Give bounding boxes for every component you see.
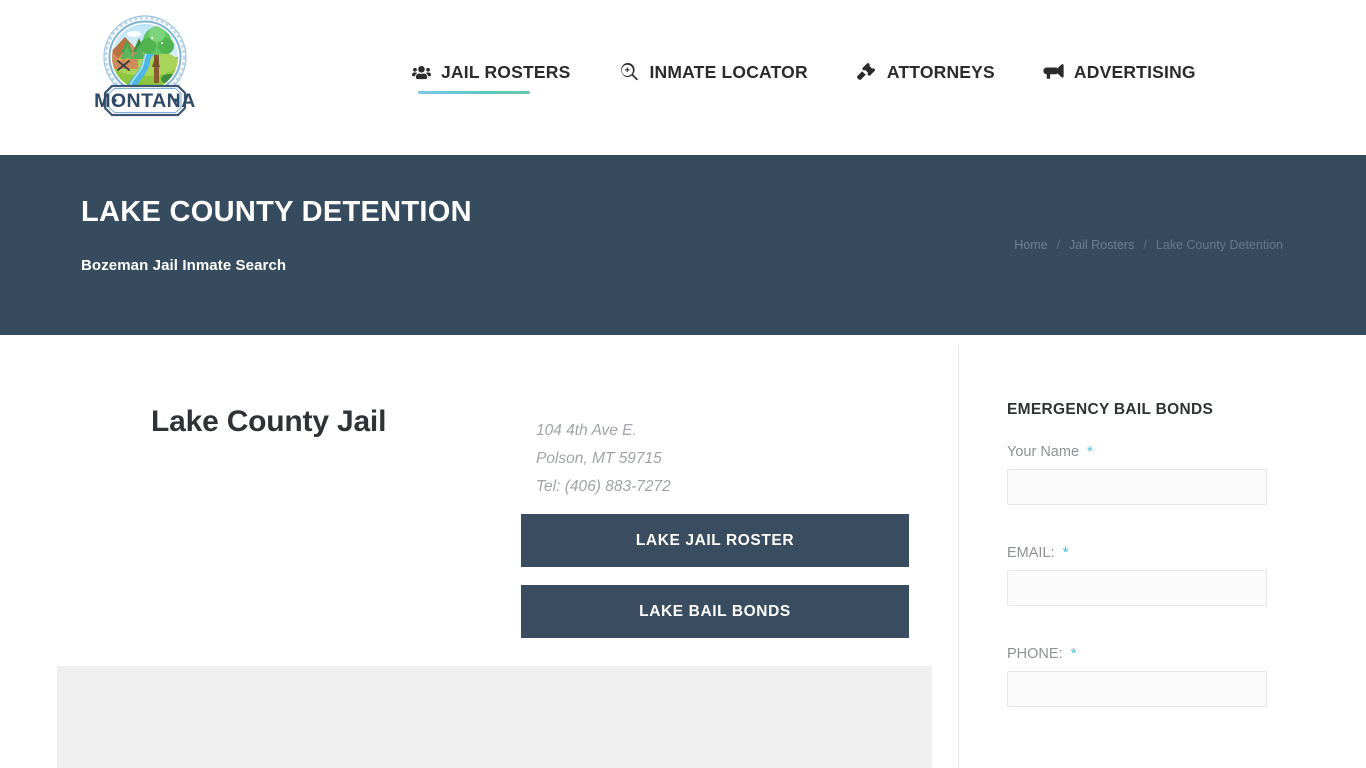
- address-line-1: 104 4th Ave E.: [536, 422, 637, 439]
- required-asterisk: *: [1087, 443, 1093, 460]
- page-hero: LAKE COUNTY DETENTION Bozeman Jail Inmat…: [0, 155, 1366, 335]
- main-navigation: JAIL ROSTERS INMATE LOCATOR ATTORNEYS AD…: [410, 62, 1196, 94]
- search-icon: [618, 62, 640, 82]
- main-content-column: Lake County Jail 104 4th Ave E. Polson, …: [0, 335, 958, 768]
- gavel-icon: [856, 62, 878, 82]
- nav-label-advertising: ADVERTISING: [1073, 62, 1196, 82]
- bail-bonds-widget-title: EMERGENCY BAIL BONDS: [1007, 401, 1214, 418]
- breadcrumb-item-current: Lake County Detention: [1155, 238, 1283, 252]
- required-asterisk: *: [1062, 544, 1069, 561]
- email-label: EMAIL: *: [1007, 544, 1267, 561]
- jail-address-block: 104 4th Ave E. Polson, MT 59715 Tel: (40…: [536, 417, 671, 501]
- breadcrumb: Home / Jail Rosters / Lake County Detent…: [1014, 238, 1283, 252]
- address-phone: Tel: (406) 883-7272: [536, 478, 671, 495]
- content-placeholder-panel: [57, 666, 932, 768]
- your-name-label: Your Name *: [1007, 443, 1267, 460]
- montana-logo-icon: MONTANA: [94, 15, 196, 117]
- nav-item-jail-rosters[interactable]: JAIL ROSTERS: [410, 62, 595, 94]
- site-header: MONTANA JAIL ROSTERS INMATE LOCATOR ATTO…: [0, 0, 1366, 155]
- column-divider: [958, 345, 959, 768]
- nav-item-advertising[interactable]: ADVERTISING: [1043, 62, 1196, 82]
- site-logo[interactable]: MONTANA: [85, 13, 205, 121]
- form-field-your-name: Your Name *: [1007, 443, 1267, 505]
- phone-label: PHONE: *: [1007, 645, 1267, 662]
- nav-active-underline: [418, 91, 530, 94]
- required-asterisk: *: [1070, 645, 1077, 662]
- cta-button-stack: LAKE JAIL ROSTER LAKE BAIL BONDS: [521, 514, 909, 638]
- lake-bail-bonds-button[interactable]: LAKE BAIL BONDS: [521, 585, 909, 638]
- address-line-2: Polson, MT 59715: [536, 450, 662, 467]
- jail-name-heading: Lake County Jail: [151, 405, 387, 438]
- breadcrumb-item-home[interactable]: Home: [1014, 238, 1047, 252]
- page-subtitle: Bozeman Jail Inmate Search: [81, 257, 287, 274]
- breadcrumb-item-jail-rosters[interactable]: Jail Rosters: [1069, 238, 1134, 252]
- phone-input[interactable]: [1007, 671, 1267, 707]
- form-field-email: EMAIL: *: [1007, 544, 1267, 606]
- breadcrumb-separator: /: [1143, 238, 1147, 252]
- logo-banner-text: MONTANA: [94, 90, 196, 112]
- email-label-text: EMAIL:: [1007, 545, 1055, 561]
- users-icon: [410, 62, 432, 82]
- page-body: Lake County Jail 104 4th Ave E. Polson, …: [0, 335, 1366, 768]
- email-input[interactable]: [1007, 570, 1267, 606]
- your-name-label-text: Your Name: [1007, 444, 1080, 460]
- phone-label-text: PHONE:: [1007, 646, 1063, 662]
- nav-item-inmate-locator[interactable]: INMATE LOCATOR: [618, 62, 832, 82]
- nav-label-jail-rosters: JAIL ROSTERS: [441, 62, 571, 82]
- bullhorn-icon: [1043, 62, 1065, 82]
- form-field-phone: PHONE: *: [1007, 645, 1267, 707]
- nav-label-inmate-locator: INMATE LOCATOR: [649, 62, 808, 82]
- lake-jail-roster-button[interactable]: LAKE JAIL ROSTER: [521, 514, 909, 567]
- nav-item-attorneys[interactable]: ATTORNEYS: [856, 62, 1020, 82]
- breadcrumb-separator: /: [1056, 238, 1061, 252]
- page-title: LAKE COUNTY DETENTION: [81, 196, 472, 228]
- your-name-input[interactable]: [1007, 469, 1267, 505]
- nav-label-attorneys: ATTORNEYS: [886, 62, 995, 82]
